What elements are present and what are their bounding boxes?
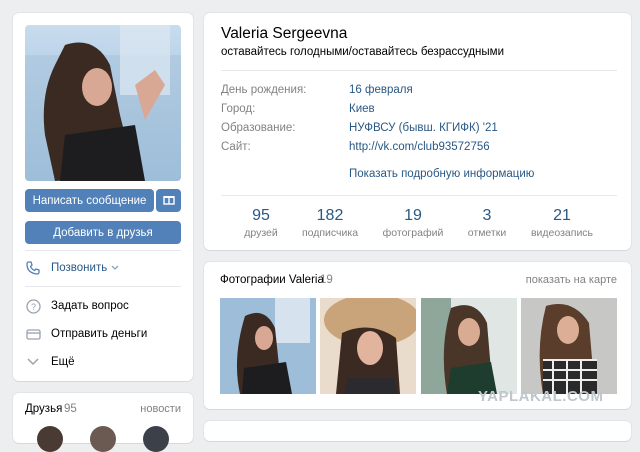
counter-number: 21	[553, 207, 571, 224]
send-message-button[interactable]: Написать сообщение	[25, 189, 154, 212]
profile-avatar[interactable]	[25, 25, 181, 181]
ask-question-label: Задать вопрос	[51, 300, 129, 312]
question-icon: ?	[25, 298, 41, 314]
counter-number: 95	[252, 207, 270, 224]
counter-number: 19	[404, 207, 422, 224]
photos-card: Фотографии Valeria 19 показать на карте	[204, 262, 631, 409]
divider	[221, 70, 617, 71]
photo-thumbnail[interactable]	[521, 298, 617, 394]
counter-number: 182	[316, 207, 344, 224]
site-label: Сайт:	[221, 141, 251, 153]
counter-videos[interactable]: 21 видеозапись	[524, 207, 600, 239]
divider	[25, 250, 181, 251]
photo-thumbnail[interactable]	[421, 298, 517, 394]
birthday-value[interactable]: 16 февраля	[349, 84, 413, 96]
profile-status[interactable]: оставайтесь голодными/оставайтесь безрас…	[221, 46, 504, 58]
photos-title[interactable]: Фотографии Valeria	[220, 274, 324, 286]
counter-label: друзей	[244, 227, 278, 239]
counter-label: фотографий	[382, 227, 444, 239]
chevron-down-icon	[25, 354, 41, 370]
counter-photos[interactable]: 19 фотографий	[375, 207, 451, 239]
counter-friends[interactable]: 95 друзей	[223, 207, 299, 239]
friends-news-link[interactable]: новости	[140, 403, 181, 415]
more-item[interactable]: Ещё	[25, 352, 185, 372]
gift-button[interactable]	[156, 189, 181, 212]
chevron-down-icon	[111, 262, 119, 274]
city-value[interactable]: Киев	[349, 103, 375, 115]
friend-avatar[interactable]	[90, 426, 116, 452]
counter-label: видеозапись	[530, 227, 594, 239]
photo-thumbnail[interactable]	[220, 298, 316, 394]
friends-count: 95	[64, 403, 77, 415]
photos-count: 19	[320, 274, 333, 286]
counter-label: подписчика	[301, 227, 359, 239]
friend-avatar[interactable]	[143, 426, 169, 452]
education-value[interactable]: НУФВСУ (бывш. КГИФК) '21	[349, 122, 498, 134]
divider	[221, 195, 617, 196]
call-button[interactable]: Позвонить	[25, 258, 185, 278]
show-more-info-link[interactable]: Показать подробную информацию	[349, 168, 534, 180]
gift-icon	[162, 192, 175, 210]
counter-tags[interactable]: 3 отметки	[449, 207, 525, 239]
call-label: Позвонить	[51, 262, 108, 274]
profile-info-card: Valeria Sergeevna оставайтесь голодными/…	[204, 13, 631, 250]
wall-card	[204, 421, 631, 441]
friends-title[interactable]: Друзья	[25, 403, 62, 415]
svg-text:?: ?	[30, 302, 35, 312]
avatar-card: Написать сообщение Добавить в друзья Поз…	[13, 13, 193, 381]
phone-icon	[25, 260, 41, 276]
more-label: Ещё	[51, 356, 75, 368]
photo-thumbnail[interactable]	[320, 298, 416, 394]
counter-number: 3	[482, 207, 492, 224]
friends-card: Друзья 95 новости	[13, 393, 193, 452]
site-link[interactable]: http://vk.com/club93572756	[349, 141, 490, 153]
divider	[25, 286, 181, 287]
send-money-label: Отправить деньги	[51, 328, 148, 340]
counter-followers[interactable]: 182 подписчика	[292, 207, 368, 239]
counter-label: отметки	[467, 227, 507, 239]
profile-name: Valeria Sergeevna	[221, 25, 348, 42]
show-on-map-link[interactable]: показать на карте	[526, 274, 617, 286]
education-label: Образование:	[221, 122, 296, 134]
birthday-label: День рождения:	[221, 84, 307, 96]
ask-question-item[interactable]: ? Задать вопрос	[25, 296, 185, 316]
send-money-item[interactable]: Отправить деньги	[25, 324, 185, 344]
city-label: Город:	[221, 103, 256, 115]
money-icon	[25, 326, 41, 342]
friend-avatar[interactable]	[37, 426, 63, 452]
watermark: YAPLAKAL.COM	[478, 388, 604, 405]
add-friend-button[interactable]: Добавить в друзья	[25, 221, 181, 244]
